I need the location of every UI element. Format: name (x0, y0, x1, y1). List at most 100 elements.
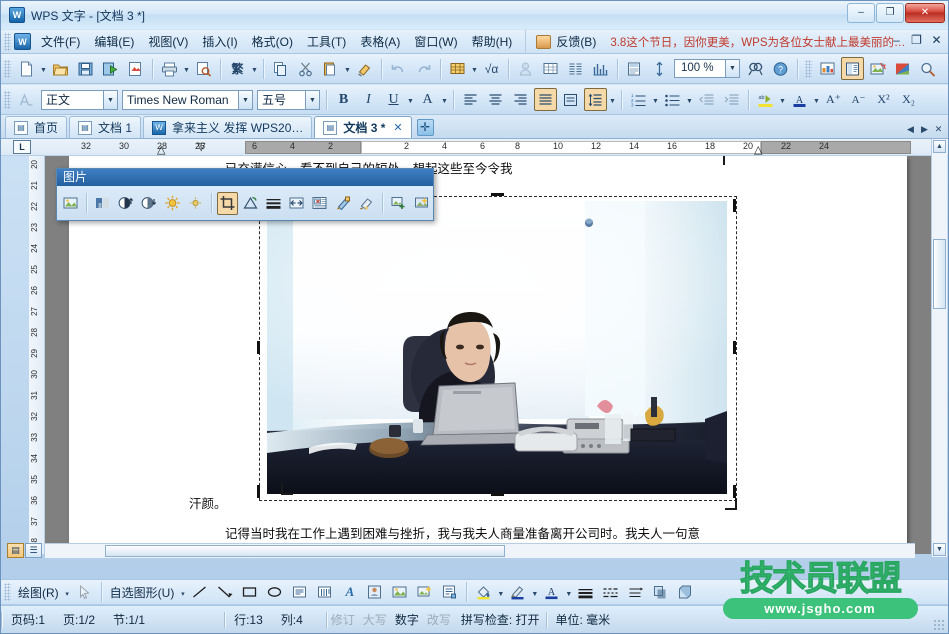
selection-handle[interactable] (733, 341, 736, 354)
style-combo[interactable]: 正文 ▼ (41, 89, 118, 110)
select-arrow-icon[interactable] (73, 581, 96, 604)
highlight-caret-icon[interactable]: ▼ (778, 88, 787, 111)
set-transparent-color-button[interactable] (356, 192, 377, 215)
scroll-up-button[interactable]: ▲ (933, 140, 946, 153)
line-spacing-button[interactable] (648, 57, 671, 80)
rotate-left-button[interactable] (240, 192, 261, 215)
insert-table-button[interactable] (446, 57, 469, 80)
draw-menu-button[interactable]: 绘图(R) (14, 584, 63, 601)
cut-button[interactable] (294, 57, 317, 80)
status-caps-toggle[interactable]: 大写 (359, 611, 391, 628)
menu-table[interactable]: 表格(A) (353, 30, 407, 53)
export-pdf-button[interactable] (124, 57, 147, 80)
new-doc-caret-icon[interactable]: ▼ (39, 57, 48, 80)
tab-next-icon[interactable]: ▶ (919, 124, 930, 135)
presentation-button[interactable] (816, 57, 839, 80)
line-tool-button[interactable] (188, 581, 211, 604)
superscript-button[interactable]: X² (872, 88, 895, 111)
insert-object-button[interactable] (514, 57, 537, 80)
crop-handle-top-right[interactable] (713, 156, 725, 165)
autoshapes-caret-icon[interactable]: ▾ (178, 581, 187, 604)
zoom-value[interactable]: 100 % (674, 59, 726, 78)
minimize-button[interactable]: – (847, 3, 875, 23)
format-picture-button[interactable] (333, 192, 354, 215)
insert-object2-button[interactable] (438, 581, 461, 604)
doc-minimize-button[interactable]: – (889, 33, 904, 47)
left-indent-marker[interactable]: △ (157, 143, 165, 156)
numbered-list-icon[interactable]: 123 (627, 88, 650, 111)
selection-handle[interactable] (491, 193, 504, 196)
align-center-icon[interactable] (484, 88, 507, 111)
undo-button[interactable] (387, 57, 410, 80)
find-icon[interactable] (744, 57, 767, 80)
bulleted-list-caret-icon[interactable]: ▼ (685, 88, 694, 111)
line-color-caret-icon[interactable]: ▼ (530, 581, 539, 604)
insert-picture-button[interactable] (60, 192, 81, 215)
tab-prev-icon[interactable]: ◀ (905, 124, 916, 135)
font-color-button[interactable]: A (540, 581, 563, 604)
header-footer-button[interactable] (623, 57, 646, 80)
fill-color-caret-icon[interactable]: ▼ (496, 581, 505, 604)
zoom-caret-icon[interactable]: ▼ (726, 59, 740, 78)
save-button[interactable] (74, 57, 97, 80)
extra-toolbar-grip[interactable] (805, 59, 812, 78)
horizontal-scrollbar[interactable] (45, 543, 915, 558)
picture-tools-button[interactable] (866, 57, 889, 80)
style-caret-icon[interactable]: ▼ (103, 89, 118, 110)
traditional-chinese-button[interactable]: 繁 (226, 57, 249, 80)
open-button[interactable] (49, 57, 72, 80)
promo-banner-link[interactable]: 3.8这个节日，因你更美，WPS为各位女士献上最美丽的… (610, 34, 905, 50)
traditional-caret-icon[interactable]: ▼ (250, 57, 259, 80)
reading-layout-button[interactable] (841, 57, 864, 80)
paste-caret-icon[interactable]: ▼ (343, 57, 352, 80)
vertical-textbox-button[interactable] (313, 581, 336, 604)
picture-toolbar[interactable]: 图片 (56, 168, 434, 221)
font-color-caret-icon[interactable]: ▼ (812, 88, 821, 111)
grow-font-button[interactable]: A⁺ (822, 88, 845, 111)
highlight-icon[interactable]: ab (754, 88, 777, 111)
magnifier-button[interactable] (916, 57, 939, 80)
selection-handle[interactable] (257, 341, 260, 354)
shrink-font-button[interactable]: A⁻ (847, 88, 870, 111)
numbered-list-caret-icon[interactable]: ▼ (651, 88, 660, 111)
menu-tools[interactable]: 工具(T) (300, 30, 353, 53)
doc-restore-button[interactable]: ❐ (909, 33, 924, 47)
horizontal-scroll-thumb[interactable] (105, 545, 505, 557)
draw-caret-icon[interactable]: ▾ (63, 581, 72, 604)
columns-button[interactable] (564, 57, 587, 80)
menu-edit[interactable]: 编辑(E) (87, 30, 141, 53)
copy-button[interactable] (269, 57, 292, 80)
new-tab-button[interactable]: ✛ (416, 119, 434, 136)
distribute-icon[interactable] (559, 88, 582, 111)
line-color-button[interactable] (506, 581, 529, 604)
first-line-indent-marker[interactable]: ▽ (197, 140, 205, 153)
tab-document-1[interactable]: ▤ 文档 1 (69, 116, 142, 138)
right-indent-marker[interactable]: △ (754, 143, 762, 156)
tab-close-all-icon[interactable]: ✕ (933, 124, 944, 135)
align-left-icon[interactable] (459, 88, 482, 111)
scroll-down-button[interactable]: ▼ (933, 543, 946, 556)
less-brightness-button[interactable] (185, 192, 206, 215)
dash-style-button[interactable] (599, 581, 622, 604)
bulleted-list-icon[interactable] (661, 88, 684, 111)
tab-close-icon[interactable]: ✕ (393, 121, 402, 134)
italic-button[interactable]: I (357, 88, 380, 111)
chart-button[interactable] (589, 57, 612, 80)
font-color-caret-icon[interactable]: ▼ (564, 581, 573, 604)
more-brightness-button[interactable] (162, 192, 183, 215)
reset-picture-button[interactable] (388, 192, 409, 215)
compress-picture-button[interactable] (286, 192, 307, 215)
textbox-tool-button[interactable] (288, 581, 311, 604)
line-style-button[interactable] (263, 192, 284, 215)
resize-grip[interactable] (933, 619, 945, 631)
more-contrast-button[interactable] (115, 192, 136, 215)
print-caret-icon[interactable]: ▼ (182, 57, 191, 80)
vertical-scroll-thumb[interactable] (933, 239, 946, 309)
rectangle-tool-button[interactable] (238, 581, 261, 604)
color-mode-button[interactable] (92, 192, 113, 215)
insert-clipart-button[interactable] (413, 581, 436, 604)
insert-grid-button[interactable] (539, 57, 562, 80)
insert-table-caret-icon[interactable]: ▼ (470, 57, 479, 80)
status-unit[interactable]: 单位: 毫米 (547, 611, 620, 628)
text-effects-button[interactable]: A (416, 88, 439, 111)
